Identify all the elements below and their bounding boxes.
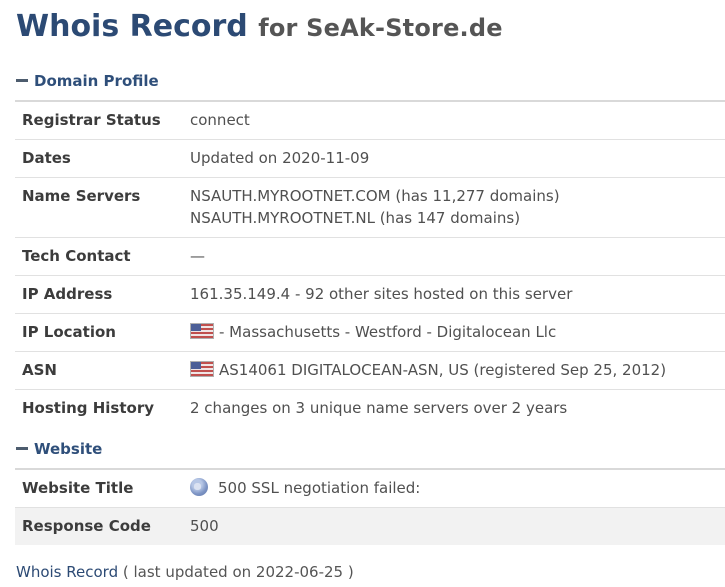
response-code-value: 500 [190, 517, 219, 535]
table-row: IP Location - Massachusetts - Westford -… [15, 314, 725, 352]
table-row: IP Address 161.35.149.4 - 92 other sites… [15, 276, 725, 314]
row-label: Dates [22, 149, 71, 167]
name-server-1[interactable]: NSAUTH.MYROOTNET.COM (has 11,277 domains… [190, 185, 725, 207]
table-row: Response Code 500 [15, 508, 725, 545]
website-title-value: 500 SSL negotiation failed: [218, 479, 421, 497]
section-title: Domain Profile [34, 72, 159, 90]
row-label: ASN [22, 361, 57, 379]
row-label: Hosting History [22, 399, 155, 417]
page: Whois Record for SeAk-Store.de Domain Pr… [0, 0, 725, 587]
section-title: Website [34, 440, 103, 458]
page-title: Whois Record for SeAk-Store.de [16, 8, 503, 47]
row-value: NSAUTH.MYROOTNET.COM (has 11,277 domains… [190, 185, 725, 229]
domain-profile-table: Registrar Status connect Dates Updated o… [15, 100, 725, 427]
row-value: connect [190, 109, 725, 131]
us-flag-icon [190, 361, 214, 377]
row-label: Registrar Status [22, 111, 161, 129]
ip-address-link[interactable]: 161.35.149.4 - 92 other sites hosted on … [190, 283, 725, 305]
table-row: Tech Contact — [15, 238, 725, 276]
collapse-icon [16, 447, 28, 450]
table-row: ASN AS14061 DIGITALOCEAN-ASN, US (regist… [15, 352, 725, 390]
website-table: Website Title 500 SSL negotiation failed… [15, 468, 725, 545]
table-row: Hosting History 2 changes on 3 unique na… [15, 390, 725, 427]
row-value: AS14061 DIGITALOCEAN-ASN, US (registered… [190, 359, 725, 381]
whois-record-link[interactable]: Whois Record [16, 563, 118, 581]
row-label: Name Servers [22, 187, 141, 205]
hosting-history-link[interactable]: 2 changes on 3 unique name servers over … [190, 397, 725, 419]
table-row: Dates Updated on 2020-11-09 [15, 140, 725, 178]
collapse-icon [16, 79, 28, 82]
asn-value: AS14061 DIGITALOCEAN-ASN, US (registered… [219, 361, 667, 379]
row-label: Tech Contact [22, 247, 131, 265]
row-label: Response Code [22, 517, 151, 535]
row-value: — [190, 245, 725, 267]
page-title-domain: for SeAk-Store.de [258, 14, 503, 42]
last-updated-text: ( last updated on 2022-06-25 ) [122, 563, 354, 581]
row-value: Updated on 2020-11-09 [190, 147, 725, 169]
table-row: Registrar Status connect [15, 102, 725, 140]
row-label: IP Address [22, 285, 113, 303]
row-value: 500 [190, 515, 725, 537]
dates-value: Updated on 2020-11-09 [190, 149, 370, 167]
name-server-2[interactable]: NSAUTH.MYROOTNET.NL (has 147 domains) [190, 207, 725, 229]
row-value: 500 SSL negotiation failed: [190, 477, 725, 499]
section-toggle-website[interactable]: Website [16, 437, 102, 461]
row-value: - Massachusetts - Westford - Digitalocea… [190, 321, 725, 343]
tech-contact-value: — [190, 247, 205, 265]
row-value: 2 changes on 3 unique name servers over … [190, 397, 725, 419]
section-toggle-domain-profile[interactable]: Domain Profile [16, 69, 159, 93]
us-flag-icon [190, 323, 214, 339]
row-value: 161.35.149.4 - 92 other sites hosted on … [190, 283, 725, 305]
table-row: Name Servers NSAUTH.MYROOTNET.COM (has 1… [15, 178, 725, 238]
table-row: Website Title 500 SSL negotiation failed… [15, 470, 725, 508]
globe-icon [190, 478, 208, 496]
ip-location-value: - Massachusetts - Westford - Digitalocea… [219, 323, 557, 341]
registrar-status-value: connect [190, 111, 250, 129]
footer: Whois Record ( last updated on 2022-06-2… [16, 561, 354, 583]
row-label: Website Title [22, 479, 134, 497]
row-label: IP Location [22, 323, 116, 341]
page-title-main: Whois Record [16, 9, 248, 44]
